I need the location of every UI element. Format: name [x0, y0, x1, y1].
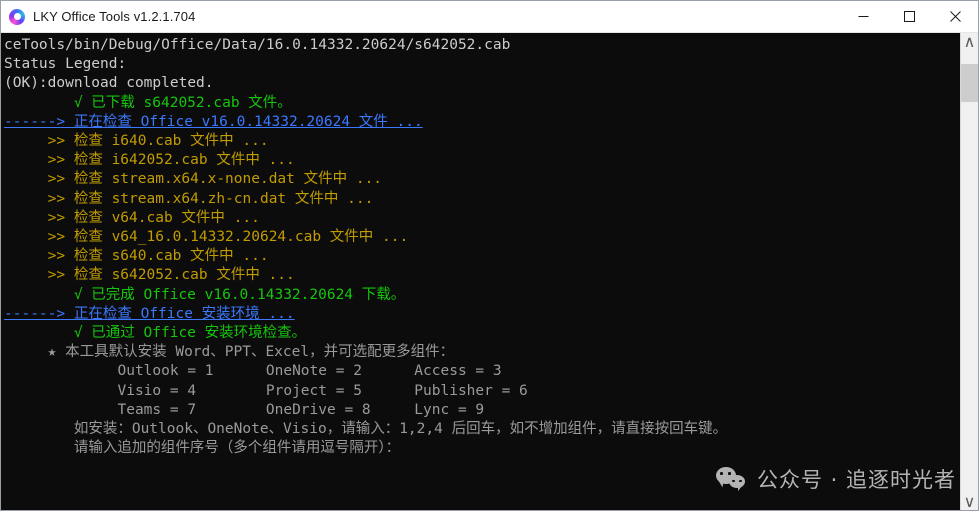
- minimize-button[interactable]: [840, 1, 886, 32]
- console-line: ------> 正在检查 Office 安装环境 ...: [4, 305, 295, 322]
- application-window: LKY Office Tools v1.2.1.704 ceTools/bin/…: [0, 0, 979, 511]
- console-line: Status Legend:: [4, 56, 127, 73]
- window-title: LKY Office Tools v1.2.1.704: [33, 9, 196, 24]
- console-area: ceTools/bin/Debug/Office/Data/16.0.14332…: [1, 33, 978, 510]
- console-output[interactable]: ceTools/bin/Debug/Office/Data/16.0.14332…: [1, 33, 960, 510]
- console-line: Outlook = 1 OneNote = 2 Access = 3: [4, 363, 502, 380]
- console-line: ceTools/bin/Debug/Office/Data/16.0.14332…: [4, 37, 511, 53]
- console-line: Visio = 4 Project = 5 Publisher = 6: [4, 382, 528, 399]
- console-line: (OK):download completed.: [4, 75, 214, 92]
- console-line: >> 检查 stream.x64.x-none.dat 文件中 ...: [4, 171, 383, 188]
- scrollbar-track[interactable]: [961, 50, 978, 493]
- console-line: √ 已通过 Office 安装环境检查。: [4, 325, 307, 342]
- console-line: √ 已完成 Office v16.0.14332.20624 下载。: [4, 286, 406, 303]
- console-line: >> 检查 i640.cab 文件中 ...: [4, 133, 269, 150]
- console-line: >> 检查 v64_16.0.14332.20624.cab 文件中 ...: [4, 229, 409, 246]
- console-line: >> 检查 s640.cab 文件中 ...: [4, 248, 269, 265]
- title-bar[interactable]: LKY Office Tools v1.2.1.704: [1, 1, 978, 33]
- vertical-scrollbar[interactable]: ∧ ∨: [960, 33, 978, 510]
- console-line: >> 检查 s642052.cab 文件中 ...: [4, 267, 295, 284]
- window-controls: [840, 1, 978, 32]
- console-line: 请输入追加的组件序号（多个组件请用逗号隔开）：: [4, 440, 401, 457]
- maximize-icon: [903, 11, 915, 22]
- console-line: ★ 本工具默认安装 Word、PPT、Excel，并可选配更多组件：: [4, 344, 455, 361]
- close-button[interactable]: [932, 1, 978, 32]
- maximize-button[interactable]: [886, 1, 932, 32]
- console-line: >> 检查 stream.x64.zh-cn.dat 文件中 ...: [4, 190, 374, 207]
- scroll-down-arrow-icon[interactable]: ∨: [961, 493, 978, 510]
- minimize-icon: [858, 16, 868, 17]
- close-icon: [949, 11, 961, 22]
- app-logo-icon: [9, 8, 25, 25]
- scrollbar-thumb[interactable]: [961, 64, 978, 102]
- console-line: 如安装：Outlook、OneNote、Visio，请输入：1,2,4 后回车，…: [4, 421, 728, 438]
- console-line: >> 检查 i642052.cab 文件中 ...: [4, 152, 295, 169]
- console-line: >> 检查 v64.cab 文件中 ...: [4, 209, 260, 226]
- console-line: Teams = 7 OneDrive = 8 Lync = 9: [4, 401, 485, 418]
- console-line: ------> 正在检查 Office v16.0.14332.20624 文件…: [4, 113, 423, 130]
- console-line: √ 已下载 s642052.cab 文件。: [4, 94, 292, 111]
- scroll-up-arrow-icon[interactable]: ∧: [961, 33, 978, 51]
